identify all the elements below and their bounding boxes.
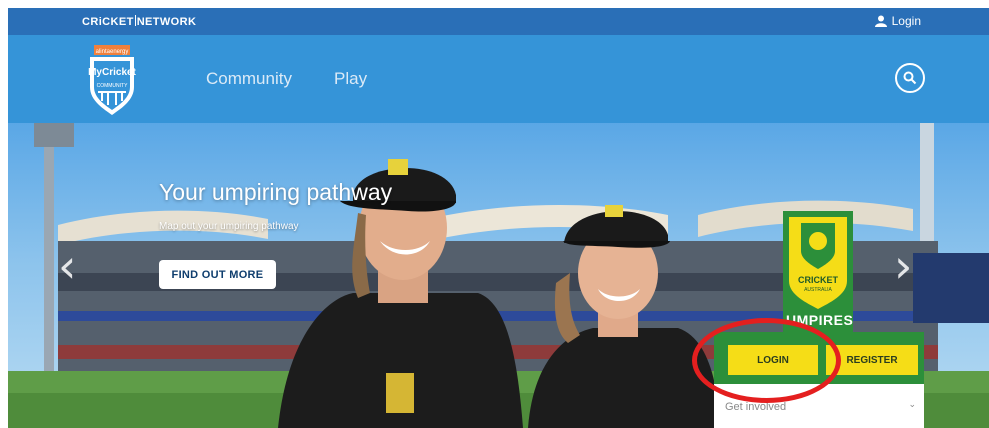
logo-subtitle-text: COMMUNITY (97, 83, 128, 89)
top-login-link[interactable]: Login (874, 14, 921, 28)
logo-title-text: MyCricket (88, 67, 136, 78)
chevron-left-icon[interactable]: ‹ (58, 243, 76, 289)
top-login-label: Login (891, 14, 921, 28)
top-bar: CRiCKET NETWORK Login (8, 8, 989, 35)
hero-subtitle: Map out your umpiring pathway (159, 221, 299, 232)
get-involved-value: Get involved (725, 401, 787, 413)
main-nav: alintaenergy MyCricket COMMUNITY Communi… (8, 35, 989, 123)
hero-banner: Your umpiring pathway Map out your umpir… (8, 123, 989, 428)
hero-title: Your umpiring pathway (159, 179, 393, 205)
cricket-network-logo[interactable]: CRiCKET NETWORK (82, 15, 196, 28)
nav-link-community[interactable]: Community (206, 69, 292, 89)
login-highlight-annotation (692, 318, 841, 403)
mycricket-community-logo[interactable]: alintaenergy MyCricket COMMUNITY (84, 43, 140, 117)
search-icon (903, 71, 917, 85)
chevron-right-icon[interactable]: › (894, 243, 912, 289)
chevron-down-icon: ⌄ (908, 400, 916, 410)
search-button[interactable] (895, 63, 925, 93)
logo-sponsor-text: alintaenergy (96, 49, 129, 55)
badge-australia-text: AUSTRALIA (804, 287, 832, 293)
badge-cricket-text: CRICKET (798, 275, 839, 285)
user-icon (874, 15, 887, 27)
nav-link-play[interactable]: Play (334, 69, 367, 89)
find-out-more-button[interactable]: FIND OUT MORE (159, 260, 276, 289)
brand-separator (134, 15, 136, 26)
